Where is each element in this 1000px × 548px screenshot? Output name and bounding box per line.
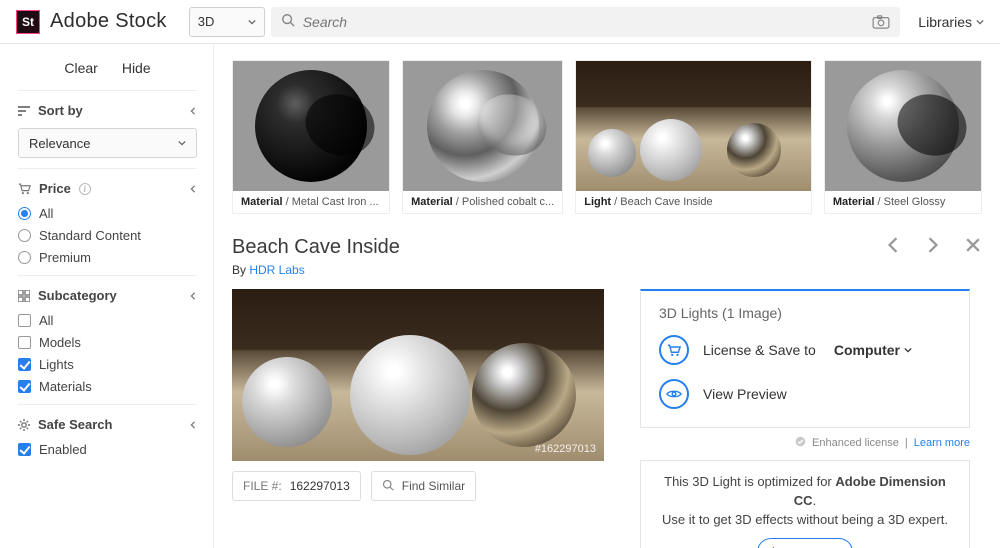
license-destination-dropdown[interactable]: Computer — [834, 342, 912, 358]
result-card[interactable]: Material / Metal Cast Iron ... — [232, 60, 390, 214]
subcat-all[interactable]: All — [18, 313, 197, 328]
next-button[interactable] — [924, 236, 942, 254]
price-title: Price — [39, 181, 71, 196]
view-preview-action[interactable]: View Preview — [659, 379, 951, 409]
chevron-left-icon[interactable] — [189, 292, 197, 300]
subcategory-title: Subcategory — [38, 288, 117, 303]
preview-column: #162297013 FILE #: 162297013 Find Simila… — [232, 289, 604, 548]
libraries-label: Libraries — [918, 14, 972, 30]
search-bar[interactable] — [271, 7, 901, 37]
top-bar: St Adobe Stock 3D Libraries — [0, 0, 1000, 44]
filter-safesearch: Safe Search Enabled — [18, 404, 197, 467]
brand-logo-badge: St — [16, 10, 40, 34]
filter-sidebar: Clear Hide Sort by Relevance — [0, 44, 214, 548]
safesearch-title: Safe Search — [38, 417, 112, 432]
sort-value: Relevance — [29, 136, 90, 151]
result-card-selected[interactable]: Light / Beach Cave Inside — [575, 60, 812, 214]
panel-heading: 3D Lights (1 Image) — [659, 305, 951, 321]
chevron-left-icon[interactable] — [189, 107, 197, 115]
chevron-left-icon[interactable] — [189, 185, 197, 193]
dimension-optimized-box: This 3D Light is optimized for Adobe Dim… — [640, 460, 970, 548]
close-button[interactable] — [964, 236, 982, 254]
license-note: Enhanced license | Learn more — [640, 436, 970, 450]
detail-nav — [884, 236, 982, 254]
subcat-lights[interactable]: Lights — [18, 357, 197, 372]
search-icon — [382, 479, 394, 494]
detail-byline: By HDR Labs — [232, 263, 400, 277]
filter-sort: Sort by Relevance — [18, 90, 197, 168]
gear-icon — [18, 419, 30, 431]
chevron-down-icon — [904, 346, 912, 354]
watermark: #162297013 — [535, 443, 596, 455]
sort-icon — [18, 106, 30, 116]
sort-dropdown[interactable]: Relevance — [18, 128, 197, 158]
clear-filters[interactable]: Clear — [64, 60, 97, 76]
learn-more-button[interactable]: Learn more — [757, 538, 853, 548]
preview-image[interactable]: #162297013 — [232, 289, 604, 461]
price-option-premium[interactable]: Premium — [18, 250, 197, 265]
chevron-left-icon[interactable] — [189, 421, 197, 429]
filter-subcategory: Subcategory All Models Lights Materials — [18, 275, 197, 404]
author-link[interactable]: HDR Labs — [249, 263, 304, 277]
file-id-pill: FILE #: 162297013 — [232, 471, 361, 501]
filter-price: Price i All Standard Content Premium — [18, 168, 197, 275]
license-save-action[interactable]: License & Save to Computer — [659, 335, 951, 365]
results-area: Material / Metal Cast Iron ... Material … — [214, 44, 1000, 548]
results-strip: Material / Metal Cast Iron ... Material … — [232, 60, 982, 214]
sort-title: Sort by — [38, 103, 83, 118]
subcat-materials[interactable]: Materials — [18, 379, 197, 394]
cart-icon — [18, 183, 31, 195]
chevron-down-icon — [178, 139, 186, 147]
license-panel: 3D Lights (1 Image) License & Save to Co… — [640, 289, 970, 428]
info-icon[interactable]: i — [79, 183, 91, 195]
detail-right-column: 3D Lights (1 Image) License & Save to Co… — [640, 289, 970, 548]
hide-filters[interactable]: Hide — [122, 60, 151, 76]
price-option-all[interactable]: All — [18, 206, 197, 221]
libraries-menu[interactable]: Libraries — [918, 14, 984, 30]
detail-title: Beach Cave Inside — [232, 236, 400, 259]
brand-name: Adobe Stock — [50, 10, 167, 33]
search-icon — [281, 13, 295, 30]
chevron-down-icon — [248, 18, 256, 26]
camera-icon[interactable] — [872, 15, 890, 29]
find-similar-button[interactable]: Find Similar — [371, 471, 476, 501]
cart-icon — [659, 335, 689, 365]
learn-more-link[interactable]: Learn more — [914, 437, 970, 449]
category-dropdown[interactable]: 3D — [189, 7, 265, 37]
prev-button[interactable] — [884, 236, 902, 254]
eye-icon — [659, 379, 689, 409]
check-icon — [795, 436, 806, 450]
safesearch-enabled[interactable]: Enabled — [18, 442, 197, 457]
result-card[interactable]: Material / Steel Glossy — [824, 60, 982, 214]
chevron-down-icon — [976, 18, 984, 26]
result-card[interactable]: Material / Polished cobalt c... — [402, 60, 563, 214]
price-option-standard[interactable]: Standard Content — [18, 228, 197, 243]
search-input[interactable] — [303, 14, 873, 30]
detail-header: Beach Cave Inside By HDR Labs — [232, 236, 982, 277]
category-dropdown-value: 3D — [198, 14, 215, 29]
subcat-models[interactable]: Models — [18, 335, 197, 350]
grid-icon — [18, 290, 30, 302]
